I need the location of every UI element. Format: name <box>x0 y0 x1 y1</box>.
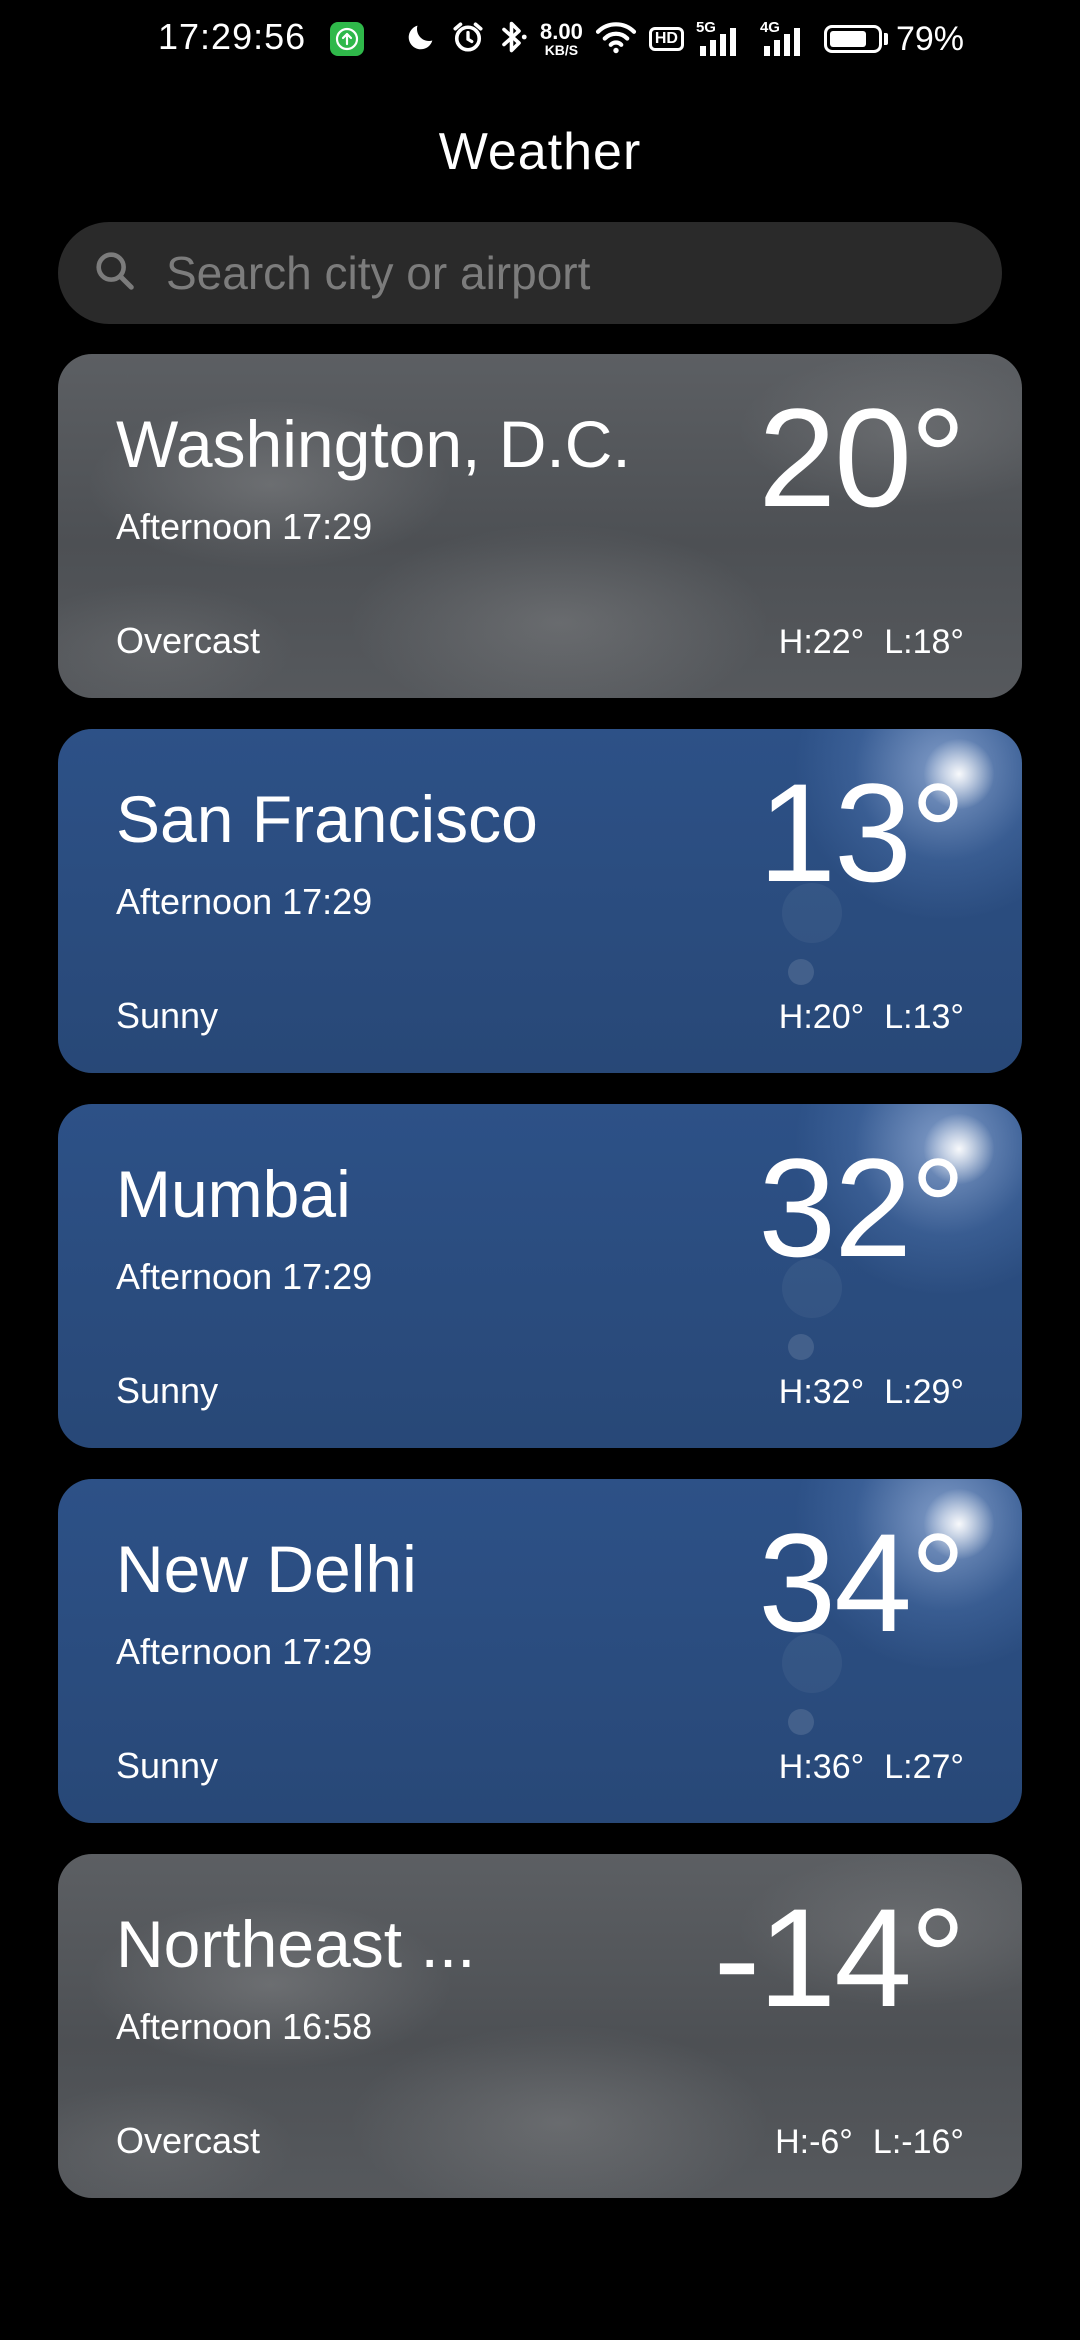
network-speed-value: 8.00 <box>540 19 583 44</box>
city-low: L:18° <box>884 623 964 661</box>
city-temperature: -14° <box>713 1879 966 2036</box>
signal-4g-icon: 4G <box>760 20 812 58</box>
app-notification-icon <box>330 22 364 56</box>
city-card-0[interactable]: Washington, D.C. Afternoon 17:29 Overcas… <box>58 354 1022 698</box>
city-temperature: 34° <box>758 1504 966 1661</box>
city-temperature: 32° <box>758 1129 966 1286</box>
city-name: Washington, D.C. <box>116 407 631 481</box>
city-high-low: H:36° L:27° <box>779 1748 964 1787</box>
city-high-low: H:32° L:29° <box>779 1373 964 1412</box>
city-name: Mumbai <box>116 1157 351 1231</box>
city-high-low: H:-6° L:-16° <box>775 2123 964 2162</box>
lens-flare <box>788 959 814 985</box>
signal-5g-icon: 5G <box>696 20 748 58</box>
alarm-icon <box>450 19 486 60</box>
search-bar[interactable] <box>58 222 1002 324</box>
network-speed-unit: KB/S <box>544 42 579 58</box>
city-high-low: H:20° L:13° <box>779 998 964 1037</box>
city-card-1[interactable]: San Francisco Afternoon 17:29 Sunny 13° … <box>58 729 1022 1073</box>
city-low: L:13° <box>884 998 964 1036</box>
battery-icon: 79% <box>823 19 964 59</box>
city-condition: Sunny <box>116 1745 219 1786</box>
city-local-time: Afternoon 17:29 <box>116 506 373 547</box>
city-high-low: H:22° L:18° <box>779 623 964 662</box>
city-local-time: Afternoon 17:29 <box>116 1631 373 1672</box>
lens-flare <box>788 1334 814 1360</box>
city-card-2[interactable]: Mumbai Afternoon 17:29 Sunny 32° H:32° L… <box>58 1104 1022 1448</box>
city-card-4[interactable]: Northeast ... Afternoon 16:58 Overcast -… <box>58 1854 1022 2198</box>
battery-level <box>829 31 867 47</box>
city-name: San Francisco <box>116 782 538 856</box>
lens-flare <box>788 1709 814 1735</box>
bluetooth-icon <box>498 19 528 60</box>
city-local-time: Afternoon 16:58 <box>116 2006 373 2047</box>
city-condition: Sunny <box>116 995 219 1036</box>
search-icon <box>92 248 166 299</box>
city-temperature: 20° <box>758 379 966 536</box>
city-high: H:36° <box>778 1748 865 1786</box>
search-input[interactable] <box>166 222 1002 324</box>
city-card-3[interactable]: New Delhi Afternoon 17:29 Sunny 34° H:36… <box>58 1479 1022 1823</box>
city-low: L:29° <box>884 1373 964 1411</box>
city-low: L:-16° <box>872 2123 964 2161</box>
city-name: Northeast ... <box>116 1907 476 1981</box>
city-list: Washington, D.C. Afternoon 17:29 Overcas… <box>58 354 1022 2229</box>
city-high: H:32° <box>778 1373 865 1411</box>
hd-icon: HD <box>648 27 684 51</box>
status-icons: 8.00 KB/S HD 5G 4G 79% <box>404 14 964 64</box>
status-time: 17:29:56 <box>158 16 307 57</box>
city-condition: Overcast <box>116 2120 261 2161</box>
city-high: H:-6° <box>775 2123 853 2161</box>
city-condition: Overcast <box>116 620 261 661</box>
city-high: H:20° <box>778 998 865 1036</box>
city-high: H:22° <box>778 623 865 661</box>
moon-icon <box>404 20 438 59</box>
city-local-time: Afternoon 17:29 <box>116 881 373 922</box>
wifi-icon <box>595 19 637 60</box>
city-local-time: Afternoon 17:29 <box>116 1256 373 1297</box>
city-low: L:27° <box>884 1748 964 1786</box>
network-speed: 8.00 KB/S <box>540 19 583 58</box>
city-temperature: 13° <box>758 754 966 911</box>
status-bar: 17:29:56 8.00 KB/S HD 5G 4G 79% <box>0 0 1080 84</box>
page-title: Weather <box>438 123 642 181</box>
battery-text: 79% <box>895 19 964 58</box>
city-condition: Sunny <box>116 1370 219 1411</box>
city-name: New Delhi <box>116 1532 417 1606</box>
